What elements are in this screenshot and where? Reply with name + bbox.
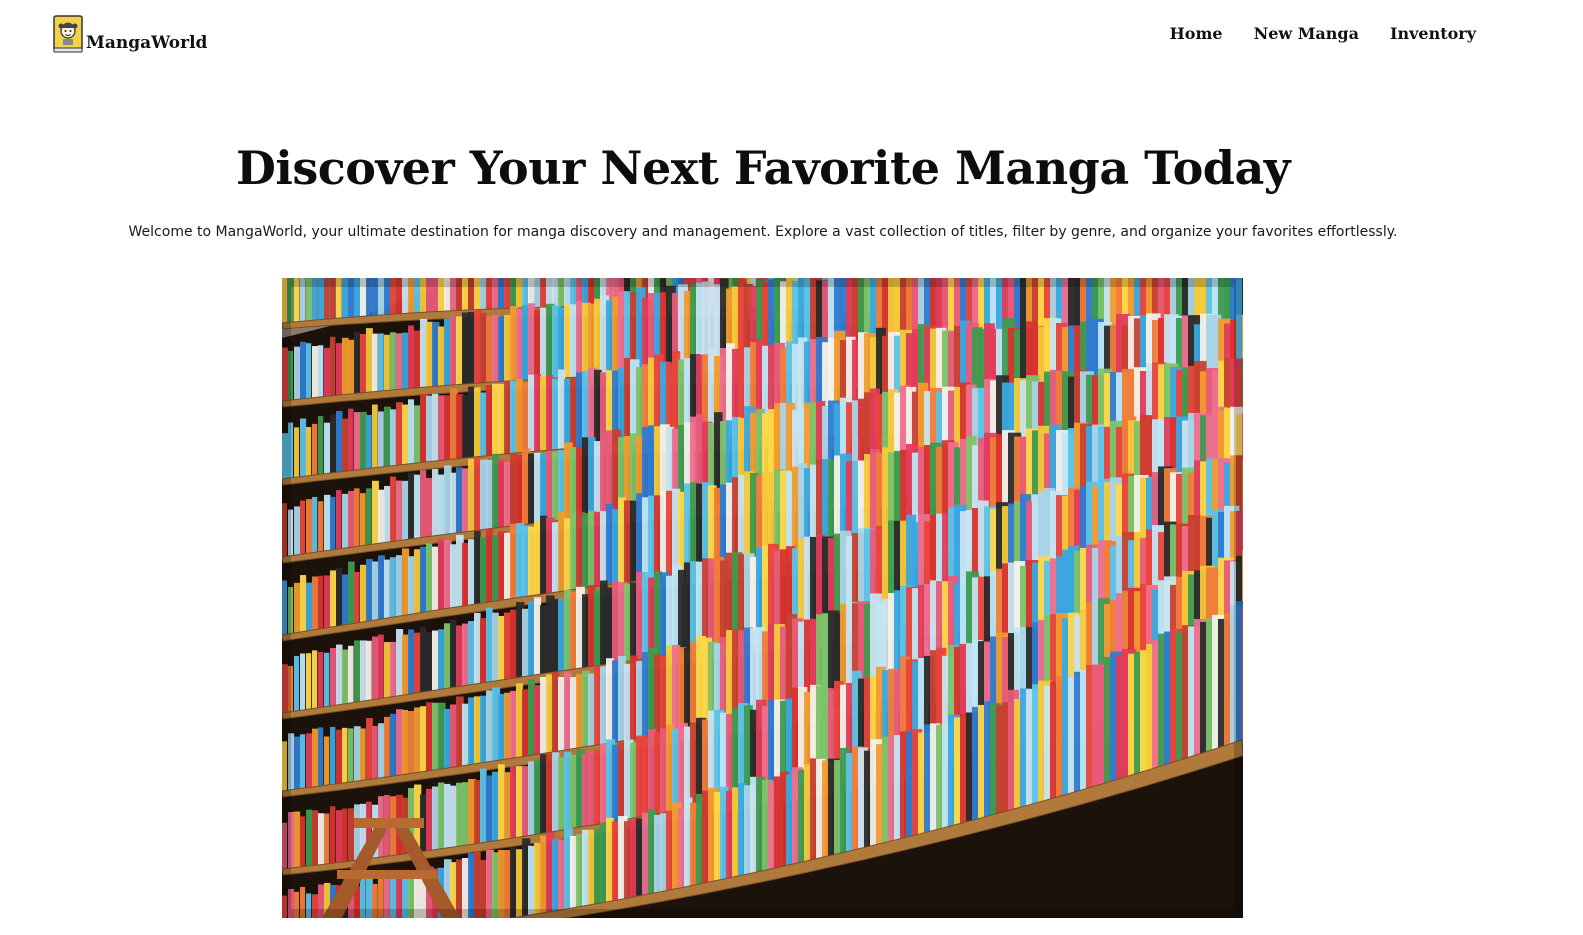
- library-bookshelves-photo: [282, 278, 1243, 918]
- manga-reader-logo-icon: [53, 15, 83, 53]
- main-nav: Home New Manga Inventory: [1170, 23, 1476, 45]
- nav-inventory-link[interactable]: Inventory: [1390, 23, 1476, 45]
- nav-home-link[interactable]: Home: [1170, 23, 1223, 45]
- brand-name: MangaWorld: [86, 33, 208, 53]
- page: MangaWorld Home New Manga Inventory Disc…: [0, 0, 1583, 935]
- nav-new-manga-link[interactable]: New Manga: [1254, 23, 1359, 45]
- brand-link[interactable]: MangaWorld: [53, 15, 207, 53]
- hero-title: Discover Your Next Favorite Manga Today: [236, 141, 1291, 195]
- hero-description: Welcome to MangaWorld, your ultimate des…: [128, 224, 1398, 240]
- site-header: MangaWorld Home New Manga Inventory: [0, 0, 1583, 80]
- bookshelf-illustration: [282, 278, 1243, 918]
